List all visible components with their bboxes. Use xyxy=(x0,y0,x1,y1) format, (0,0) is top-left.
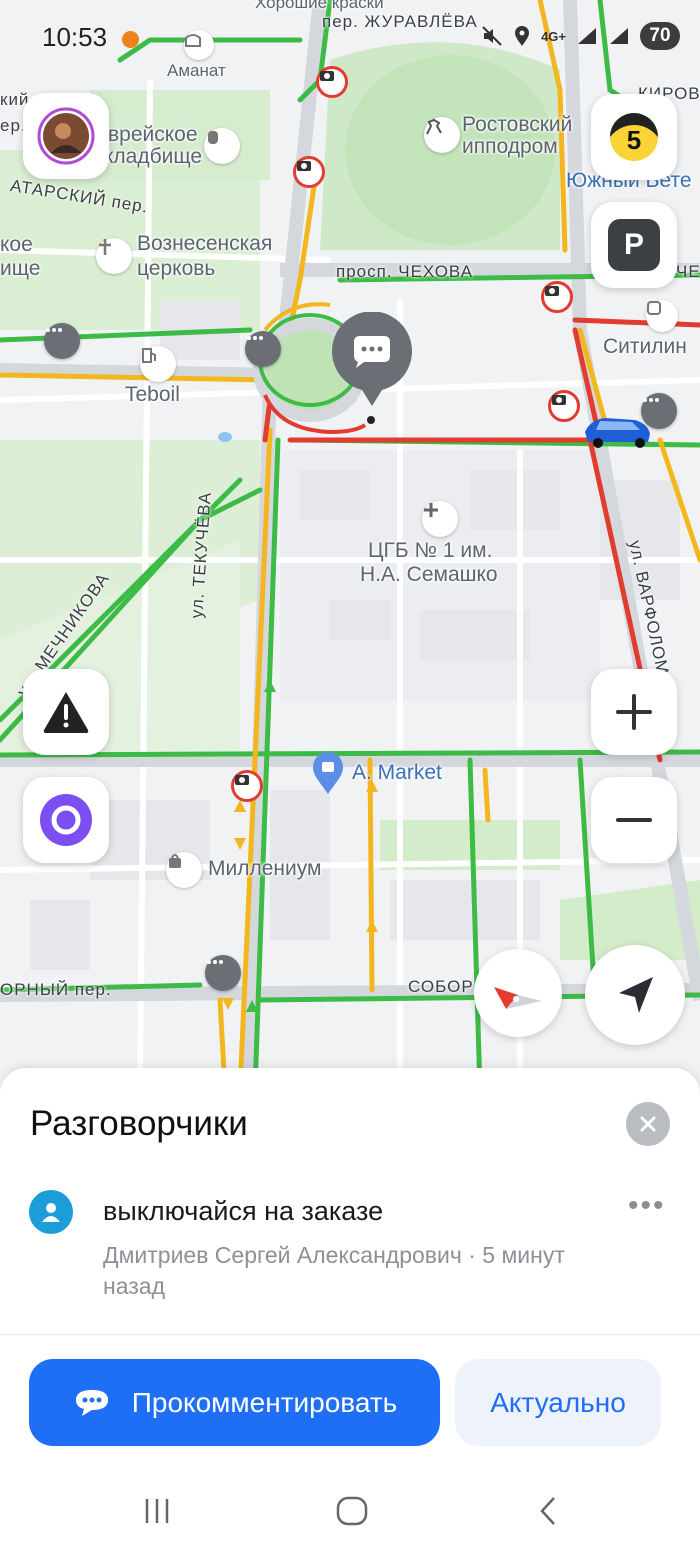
place-hospital-2: Н.А. Семашко xyxy=(360,563,498,586)
status-bar: 10:53 4G+ 70 xyxy=(0,0,700,76)
church-icon[interactable] xyxy=(96,238,132,274)
street-sobornyi-left: ОРНЫЙ пер. xyxy=(0,980,112,999)
hospital-icon[interactable] xyxy=(422,501,458,537)
report-incident-button[interactable] xyxy=(23,669,109,755)
alice-assistant-button[interactable] xyxy=(23,777,109,863)
compass-icon xyxy=(494,987,542,1009)
comment-text: выключайся на заказе xyxy=(103,1196,384,1226)
parking-icon: P xyxy=(608,219,660,271)
street-sobornyi-right: СОБОР xyxy=(408,977,474,996)
location-icon xyxy=(515,26,530,46)
camera-icon[interactable] xyxy=(231,770,263,802)
place-left-1: кое xyxy=(0,233,33,256)
home-button[interactable] xyxy=(336,1496,368,1534)
zoom-out-button[interactable] xyxy=(591,777,677,863)
compass-button[interactable] xyxy=(474,949,562,1037)
navigation-arrow-icon xyxy=(619,977,653,1013)
chat-bubble-icon[interactable] xyxy=(205,955,241,991)
comment-button[interactable]: Прокомментировать xyxy=(29,1359,440,1446)
warning-icon xyxy=(43,692,89,733)
place-church-2: церковь xyxy=(137,257,216,280)
place-citilink: Ситилин xyxy=(603,335,687,358)
alice-icon xyxy=(40,794,92,846)
system-nav-bar xyxy=(0,1478,700,1556)
place-hospital-1: ЦГБ № 1 им. xyxy=(368,539,493,562)
chat-bubble-icon[interactable] xyxy=(44,323,80,359)
place-church-1: Вознесенская xyxy=(137,232,273,255)
place-hippodrome-1: Ростовский xyxy=(462,113,573,136)
parking-button[interactable]: P xyxy=(591,202,677,288)
parking-label: P xyxy=(623,228,644,261)
citilink-icon[interactable] xyxy=(646,300,678,332)
place-jewish-cemetery-2: кладбище xyxy=(104,145,203,168)
avatar xyxy=(37,107,95,165)
place-left-2: ище xyxy=(0,257,41,280)
street-chekhova-right: ЧЕ xyxy=(676,262,700,281)
recent-apps-button[interactable] xyxy=(142,1496,172,1534)
home-icon xyxy=(336,1496,368,1526)
recent-apps-icon xyxy=(145,1499,169,1523)
profile-avatar-button[interactable] xyxy=(23,93,109,179)
my-location-button[interactable] xyxy=(585,945,685,1045)
sheet-title: Разговорчики xyxy=(30,1104,248,1143)
horse-icon[interactable] xyxy=(424,117,460,153)
place-market: A. Market xyxy=(352,761,442,784)
status-time: 10:53 xyxy=(42,22,108,52)
shopping-bag-icon[interactable] xyxy=(166,852,202,888)
signal-icon-2 xyxy=(610,28,628,44)
place-teboil: Teboil xyxy=(125,383,180,406)
back-button[interactable] xyxy=(536,1496,560,1534)
camera-icon[interactable] xyxy=(541,281,573,313)
minus-icon xyxy=(616,818,652,822)
chat-bubble-icon[interactable] xyxy=(245,331,281,367)
divider xyxy=(0,1334,700,1335)
place-millenium: Миллениум xyxy=(208,857,322,880)
comment-author-avatar xyxy=(29,1190,73,1234)
plus-icon xyxy=(616,694,652,730)
more-options-button[interactable]: ••• xyxy=(628,1191,666,1221)
camera-icon[interactable] xyxy=(293,156,325,188)
speed-limit-button[interactable]: 5 xyxy=(591,94,677,180)
signal-icon xyxy=(578,28,596,44)
camera-icon[interactable] xyxy=(548,390,580,422)
selected-chat-bubble-icon[interactable] xyxy=(330,312,414,408)
notification-dot-icon xyxy=(122,31,139,48)
chat-icon xyxy=(75,1389,108,1416)
cemetery-icon[interactable] xyxy=(204,128,240,164)
comment-button-label: Прокомментировать xyxy=(131,1386,398,1418)
zoom-in-button[interactable] xyxy=(591,669,677,755)
close-button[interactable] xyxy=(626,1102,670,1146)
speed-limit-value: 5 xyxy=(626,124,642,155)
user-icon xyxy=(42,1203,60,1222)
actual-button[interactable]: Актуально xyxy=(455,1359,661,1446)
mute-icon xyxy=(482,26,502,46)
back-icon xyxy=(540,1497,555,1525)
actual-button-label: Актуально xyxy=(490,1386,626,1418)
chat-bubble-icon[interactable] xyxy=(641,393,677,429)
place-jewish-cemetery-1: врейское xyxy=(108,123,198,146)
close-icon xyxy=(640,1116,656,1132)
street-chekhova: просп. ЧЕХОВА xyxy=(336,262,474,281)
network-type: 4G+ xyxy=(541,28,566,44)
market-pin-icon[interactable] xyxy=(310,750,346,796)
place-hippodrome-2: ипподром xyxy=(462,135,558,158)
comment-author-meta: Дмитриев Сергей Александрович · 5 минут … xyxy=(103,1242,565,1299)
fuel-station-icon[interactable] xyxy=(140,346,176,382)
battery-indicator: 70 xyxy=(640,22,680,50)
